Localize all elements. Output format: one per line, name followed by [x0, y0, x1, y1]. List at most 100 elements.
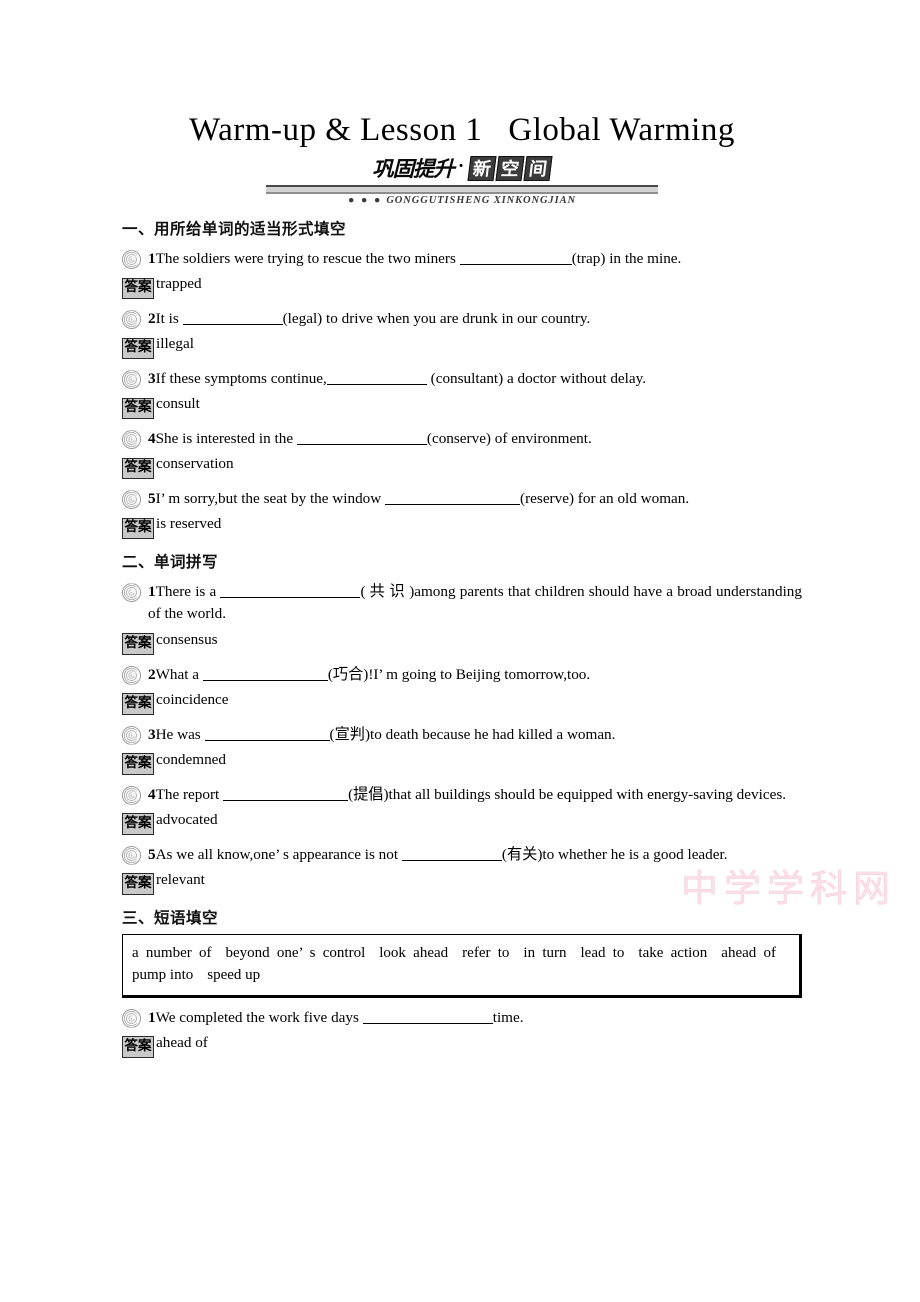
question-bullet-icon — [122, 665, 141, 685]
answer-line: 答案 illegal — [122, 334, 802, 360]
logo-chinese-left: 巩固提升 — [372, 157, 455, 182]
answer-line: 答案 advocated — [122, 810, 802, 835]
question-text-after-blank: (巧合)!I’ m going to Beijing tomorrow,too. — [327, 665, 591, 683]
answer-line: 答案 coincidence — [122, 690, 802, 715]
question-text-before-blank: We completed the work five days — [155, 1008, 363, 1026]
question-text-after-blank: (reserve) for an old woman. — [520, 490, 690, 508]
question-line: 1The soldiers were trying to rescue the … — [122, 248, 802, 270]
question-number: 2 — [148, 310, 156, 328]
phrase-bank-item: speed up — [207, 967, 261, 984]
answer-blank[interactable] — [385, 504, 521, 506]
phrase-bank-item: a number of — [132, 944, 212, 961]
answer-line: 答案 condemned — [122, 750, 802, 775]
answer-blank[interactable] — [182, 324, 283, 326]
answer-blank[interactable] — [220, 597, 361, 599]
logo-pinyin: ● ● ● GONGGUTISHENG XINKONGJIAN — [266, 195, 658, 206]
question-text-after-blank: (legal) to drive when you are drunk in o… — [282, 310, 591, 328]
question-text-before-blank: The soldiers were trying to rescue the t… — [155, 250, 460, 268]
answer-line: 答案 relevant — [122, 870, 802, 895]
answer-label-badge: 答案 — [122, 517, 154, 540]
answer-text: trapped — [156, 275, 202, 293]
question-text-after-blank: (trap) in the mine. — [571, 250, 682, 268]
logo-bullets: ● ● ● — [348, 195, 383, 207]
question-bullet-icon — [122, 583, 141, 603]
question-bullet-icon — [122, 250, 141, 270]
phrase-bank-box: a number of beyond one’ s control look ahe… — [122, 933, 802, 998]
logo-box-char-1: 新 — [467, 155, 497, 181]
question-number: 1 — [148, 583, 156, 601]
phrase-bank-item: beyond one’ s control — [225, 944, 366, 961]
section-heading: 二、单词拼写 — [122, 553, 219, 572]
answer-blank[interactable] — [204, 739, 330, 741]
answer-text: advocated — [156, 810, 218, 828]
question-text-before-blank: She is interested in the — [155, 430, 297, 448]
question-number: 1 — [148, 1008, 156, 1026]
answer-label-badge: 答案 — [122, 457, 154, 480]
answer-blank[interactable] — [296, 444, 427, 446]
phrase-bank-item: ahead of — [721, 944, 777, 961]
answer-line: 答案 consensus — [122, 630, 802, 655]
logo-row: 巩固提升 · 新 空 间 — [266, 154, 658, 182]
answer-blank[interactable] — [202, 679, 328, 681]
question-line: 3He was (宣判)to death because he had kill… — [122, 724, 802, 746]
question-bullet-icon — [122, 845, 141, 865]
question-text-after-blank: time. — [492, 1008, 524, 1026]
logo-boxed-chars: 新 空 间 — [467, 155, 553, 181]
logo-box-char-3: 间 — [523, 155, 553, 181]
answer-label-badge: 答案 — [122, 633, 154, 655]
question-text-after-blank: (conserve) of environment. — [426, 430, 592, 448]
question-number: 3 — [148, 725, 156, 743]
answer-blank[interactable] — [362, 1022, 493, 1024]
phrase-bank-item: in turn — [523, 944, 567, 961]
question-text-after-blank: (提倡)that all buildings should be equippe… — [348, 785, 787, 803]
question-number: 5 — [148, 845, 156, 863]
logo-divider-rule — [266, 185, 658, 195]
answer-text: consensus — [156, 630, 218, 648]
answer-text: coincidence — [156, 690, 229, 708]
question-number: 3 — [148, 370, 156, 388]
question-line: 5As we all know,one’ s appearance is not… — [122, 844, 802, 866]
question-text-after-blank: (有关)to whether he is a good leader. — [501, 845, 728, 863]
page-title-main: Warm-up & Lesson 1 — [189, 112, 483, 148]
answer-label-badge: 答案 — [122, 1036, 154, 1058]
answer-blank[interactable] — [459, 264, 572, 266]
question-bullet-icon — [122, 1008, 141, 1028]
answer-blank[interactable] — [223, 799, 349, 801]
logo-box-char-2: 空 — [495, 155, 525, 181]
answer-line: 答案 ahead of — [122, 1033, 802, 1058]
question-text-after-blank: (consultant) a doctor without delay. — [426, 370, 647, 388]
answer-text: illegal — [156, 335, 194, 353]
answer-label-badge: 答案 — [122, 813, 154, 835]
answer-text: consult — [156, 395, 200, 413]
answer-blank[interactable] — [401, 859, 502, 861]
question-line: 5I’ m sorry,but the seat by the window (… — [122, 488, 802, 510]
section-heading: 一、用所给单词的适当形式填空 — [122, 220, 347, 239]
question-text-before-blank: If these symptoms continue, — [155, 370, 327, 388]
phrase-bank-item: pump into — [132, 967, 194, 984]
logo-pinyin-text: GONGGUTISHENG XINKONGJIAN — [386, 195, 576, 207]
question-text-before-blank: There is a — [155, 583, 221, 601]
answer-blank[interactable] — [326, 384, 427, 386]
answer-label-badge: 答案 — [122, 873, 154, 895]
sections-container: 一、用所给单词的适当形式填空 1The soldiers were trying … — [122, 217, 802, 1058]
question-text-after-blank: ( 共 识 )among parents that children shoul… — [148, 583, 802, 623]
question-line: 3If these symptoms continue, (consultant… — [122, 368, 802, 390]
question-text-before-blank: The report — [155, 785, 224, 803]
question-bullet-icon — [122, 430, 141, 450]
section-heading: 三、短语填空 — [122, 908, 219, 927]
answer-line: 答案 consult — [122, 394, 802, 420]
page-title: Warm-up & Lesson 1 Global Warming — [122, 0, 802, 148]
answer-label-badge: 答案 — [122, 397, 154, 420]
question-text-after-blank: (宣判)to death because he had killed a wom… — [329, 725, 616, 743]
question-text-before-blank: What a — [155, 665, 203, 683]
question-text-before-blank: I’ m sorry,but the seat by the window — [155, 490, 386, 508]
phrase-bank-item: lead to — [580, 944, 625, 961]
answer-text: relevant — [156, 870, 205, 888]
question-bullet-icon — [122, 310, 141, 330]
question-line: 1There is a ( 共 识 )among parents that ch… — [122, 581, 802, 625]
answer-text: is reserved — [156, 515, 222, 533]
worksheet-page: 中学学科网 Warm-up & Lesson 1 Global Warming 巩… — [0, 0, 920, 1302]
phrase-bank-item: take action — [638, 944, 708, 961]
question-number: 5 — [148, 490, 156, 508]
answer-line: 答案 is reserved — [122, 514, 802, 540]
